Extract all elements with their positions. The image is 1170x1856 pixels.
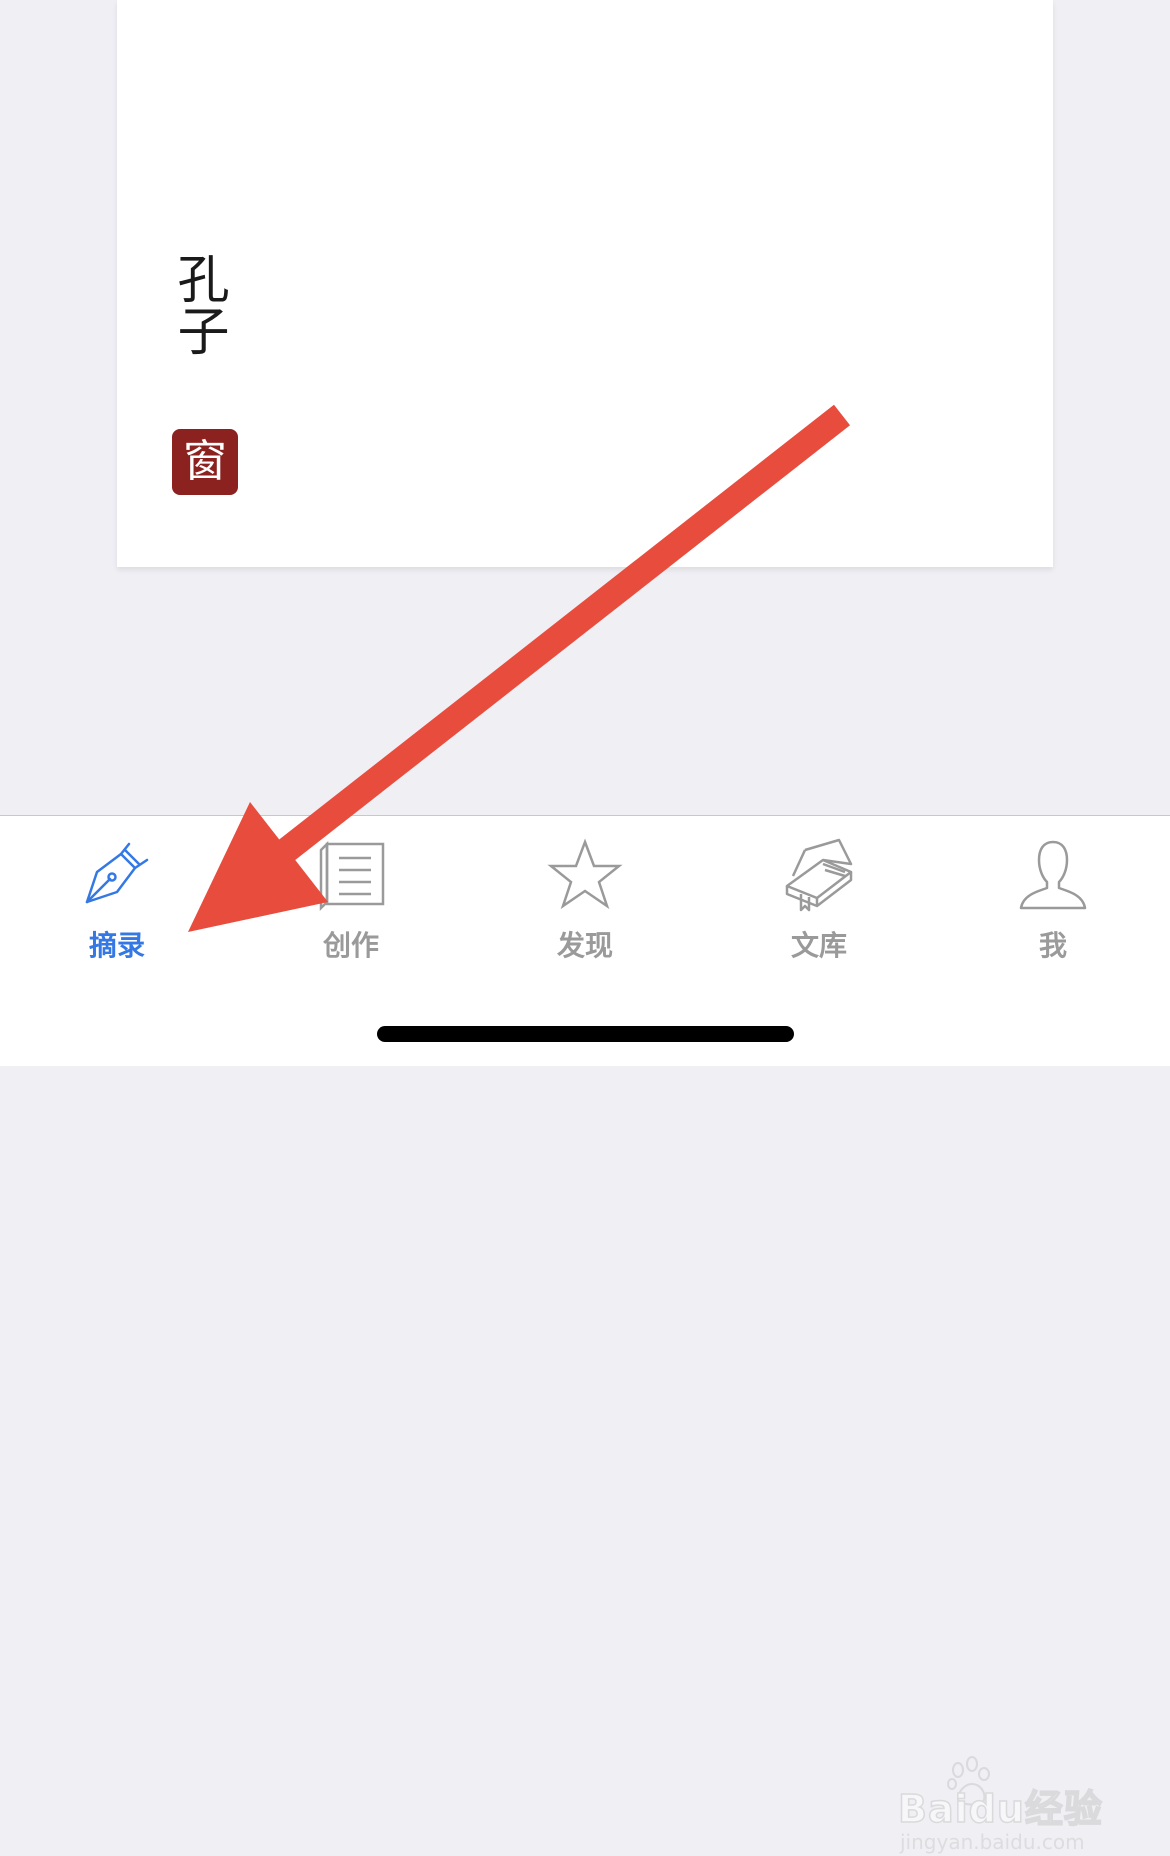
quote-card[interactable] — [117, 0, 1053, 567]
baidu-watermark: Baidu经验 jingyan.baidu.com — [896, 1756, 1156, 1856]
tab-bar: 摘录 创作 发现 文库 我 Baidu经验 jingyan.baidu.com — [0, 815, 1170, 1854]
seal-stamp: 窗 — [172, 429, 238, 495]
tab-discover-label: 发现 — [556, 929, 613, 962]
tab-create-label: 创作 — [322, 929, 379, 962]
tab-discover[interactable]: 发现 — [468, 836, 702, 966]
watermark-url: jingyan.baidu.com — [900, 1830, 1085, 1854]
watermark-brand: Baidu经验 — [897, 1786, 1103, 1832]
star-icon — [547, 838, 623, 910]
fountain-pen-icon — [85, 842, 149, 904]
tab-me-label: 我 — [1038, 929, 1067, 962]
tab-library-label: 文库 — [790, 929, 847, 962]
person-icon — [1019, 840, 1087, 910]
book-icon — [785, 838, 853, 912]
tab-excerpt[interactable]: 摘录 — [0, 836, 234, 966]
tab-create[interactable]: 创作 — [234, 836, 468, 966]
tab-excerpt-label: 摘录 — [88, 929, 145, 962]
author-name: 孔子 — [168, 252, 228, 356]
home-indicator — [377, 1026, 794, 1042]
tab-library[interactable]: 文库 — [702, 836, 936, 966]
document-icon — [319, 840, 385, 912]
content-area: 孔子 窗 — [0, 0, 1170, 815]
tab-me[interactable]: 我 — [936, 836, 1170, 966]
